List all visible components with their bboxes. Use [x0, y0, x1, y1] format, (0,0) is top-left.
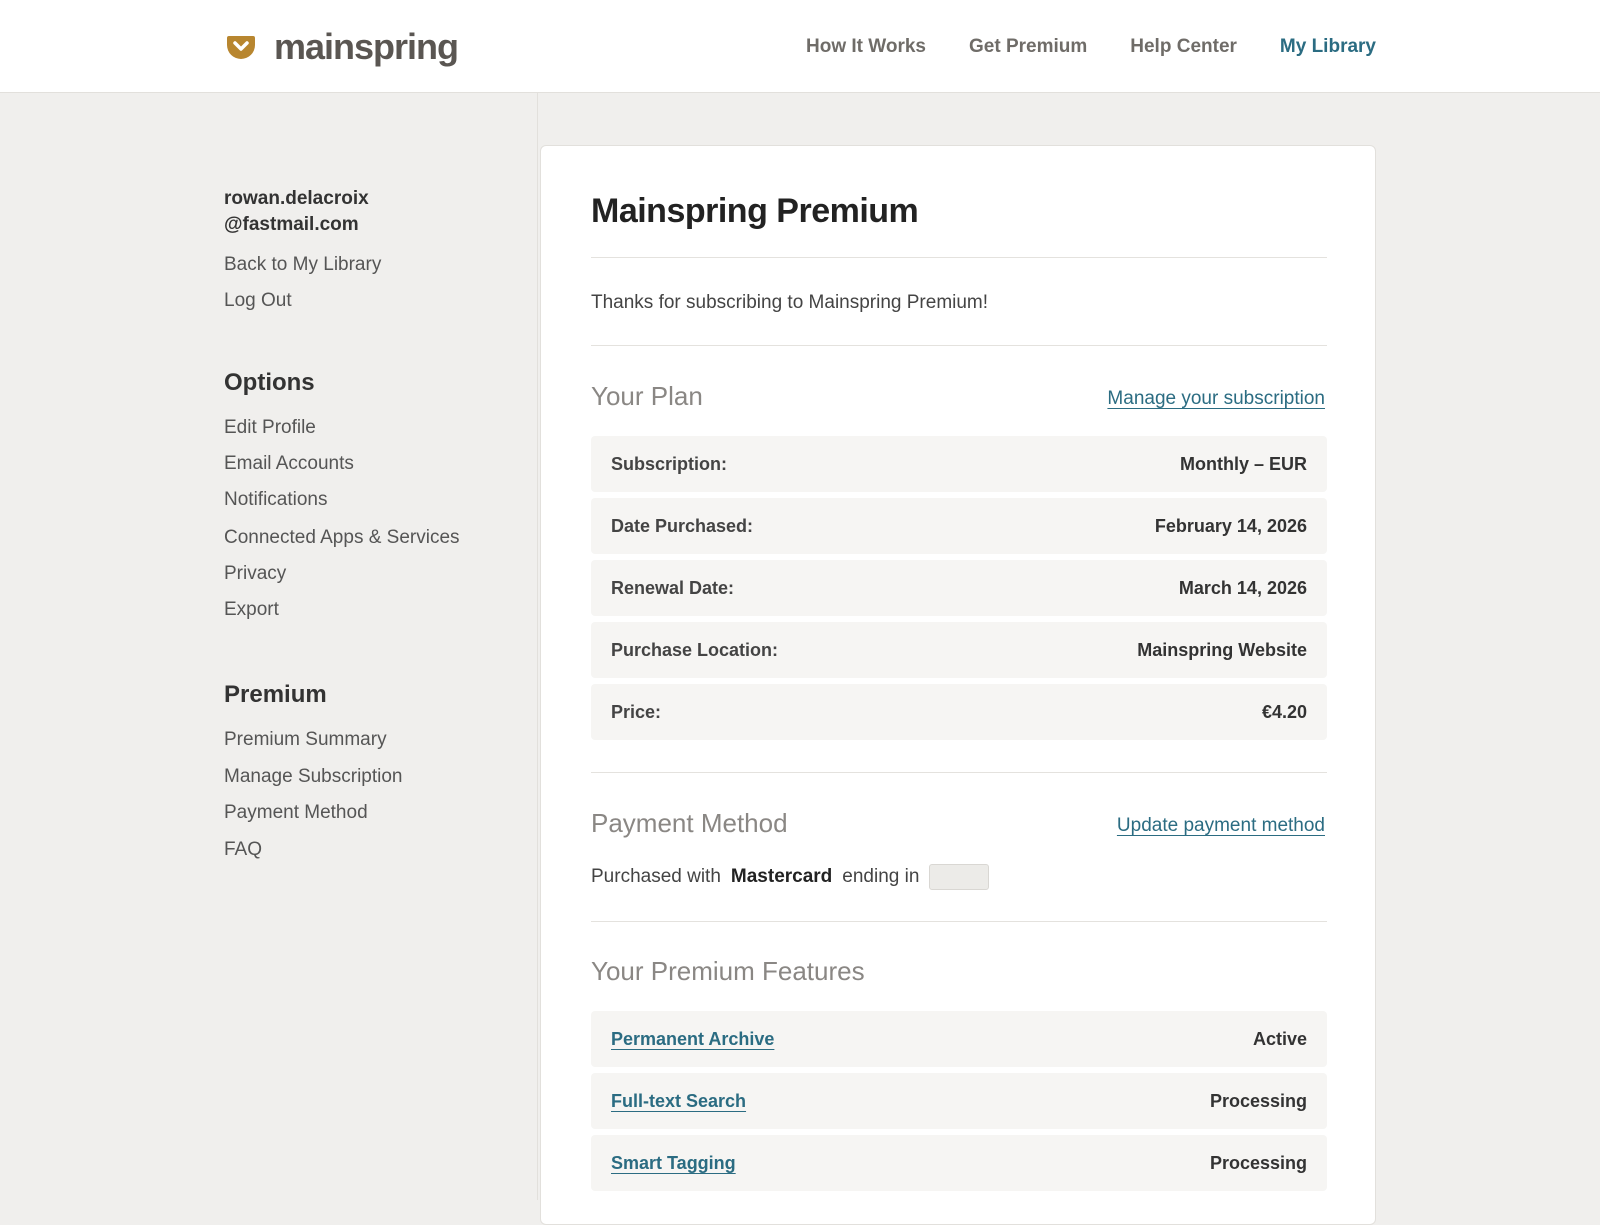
plan-row-renewal-date: Renewal Date: March 14, 2026 [591, 560, 1327, 616]
divider [591, 921, 1327, 922]
thanks-message: Thanks for subscribing to Mainspring Pre… [591, 292, 989, 313]
row-label: Subscription: [611, 454, 727, 474]
sidebar-item-edit-profile[interactable]: Edit Profile [224, 417, 316, 439]
user-email: rowan.delacroix @fastmail.com [224, 186, 484, 238]
row-label: Renewal Date: [611, 578, 735, 598]
sidebar-item-faq[interactable]: FAQ [224, 839, 262, 861]
sidebar-item-export[interactable]: Export [224, 599, 279, 621]
sidebar-item-notifications[interactable]: Notifications [224, 489, 328, 511]
nav-my-library[interactable]: My Library [1280, 36, 1376, 58]
row-value: February 14, 2026 [1154, 516, 1307, 536]
masked-card-digits [929, 864, 990, 890]
feature-link-permanent-archive[interactable]: Permanent Archive [611, 1029, 774, 1050]
feature-status: Processing [1209, 1091, 1307, 1111]
row-label: Price: [611, 702, 662, 722]
payment-summary: Purchased with Mastercard ending in [591, 864, 990, 890]
divider [591, 772, 1327, 773]
plan-row-purchase-location: Purchase Location: Mainspring Website [591, 622, 1327, 678]
row-value: March 14, 2026 [1178, 578, 1307, 598]
sidebar-item-premium-summary[interactable]: Premium Summary [224, 729, 387, 751]
feature-status: Active [1252, 1029, 1307, 1049]
sidebar-item-connected-apps[interactable]: Connected Apps & Services [224, 527, 460, 549]
row-label: Purchase Location: [611, 640, 779, 660]
sidebar-item-payment-method[interactable]: Payment Method [224, 802, 368, 824]
plan-section-title: Your Plan [591, 381, 703, 411]
feature-status: Processing [1209, 1153, 1307, 1173]
payment-section-title: Payment Method [591, 808, 788, 838]
divider [591, 257, 1327, 258]
payment-prefix: Purchased with [591, 866, 721, 887]
page-title: Mainspring Premium [591, 192, 919, 230]
log-out-link[interactable]: Log Out [224, 290, 292, 312]
plan-row-price: Price: €4.20 [591, 684, 1327, 740]
logo-text: mainspring [274, 26, 459, 67]
nav-help-center[interactable]: Help Center [1130, 36, 1237, 58]
sidebar-item-privacy[interactable]: Privacy [224, 563, 286, 585]
feature-link-smart-tagging[interactable]: Smart Tagging [611, 1153, 736, 1174]
row-value: Monthly – EUR [1179, 454, 1307, 474]
features-section-title: Your Premium Features [591, 956, 865, 986]
sidebar-item-manage-subscription[interactable]: Manage Subscription [224, 766, 403, 788]
plan-row-date-purchased: Date Purchased: February 14, 2026 [591, 498, 1327, 554]
nav-how-it-works[interactable]: How It Works [806, 36, 926, 58]
top-header: mainspring How It Works Get Premium Help… [0, 0, 1600, 93]
top-nav: How It Works Get Premium Help Center My … [763, 36, 1376, 58]
feature-row-smart-tagging: Smart Tagging Processing [591, 1135, 1327, 1191]
row-value: €4.20 [1261, 702, 1307, 722]
row-label: Date Purchased: [611, 516, 754, 536]
user-email-line-1: rowan.delacroix [224, 188, 369, 209]
logo[interactable]: mainspring [226, 26, 459, 68]
card-brand: Mastercard [730, 866, 833, 887]
feature-link-full-text-search[interactable]: Full-text Search [611, 1091, 746, 1112]
options-heading: Options [224, 369, 315, 396]
update-payment-method-link[interactable]: Update payment method [1117, 815, 1325, 837]
feature-row-full-text-search: Full-text Search Processing [591, 1073, 1327, 1129]
plan-row-subscription: Subscription: Monthly – EUR [591, 436, 1327, 492]
manage-subscription-link[interactable]: Manage your subscription [1107, 388, 1325, 410]
payment-suffix: ending in [842, 866, 920, 887]
feature-row-permanent-archive: Permanent Archive Active [591, 1011, 1327, 1067]
sidebar: rowan.delacroix @fastmail.com Back to My… [0, 93, 538, 1200]
divider [591, 345, 1327, 346]
premium-card: Mainspring Premium Thanks for subscribin… [540, 145, 1376, 1225]
premium-heading: Premium [224, 681, 327, 708]
user-email-line-2: @fastmail.com [224, 214, 359, 235]
row-value: Mainspring Website [1137, 640, 1307, 660]
pocket-logo-icon [227, 36, 255, 59]
sidebar-item-email-accounts[interactable]: Email Accounts [224, 453, 354, 475]
back-to-library-link[interactable]: Back to My Library [224, 254, 381, 276]
nav-get-premium[interactable]: Get Premium [969, 36, 1087, 58]
